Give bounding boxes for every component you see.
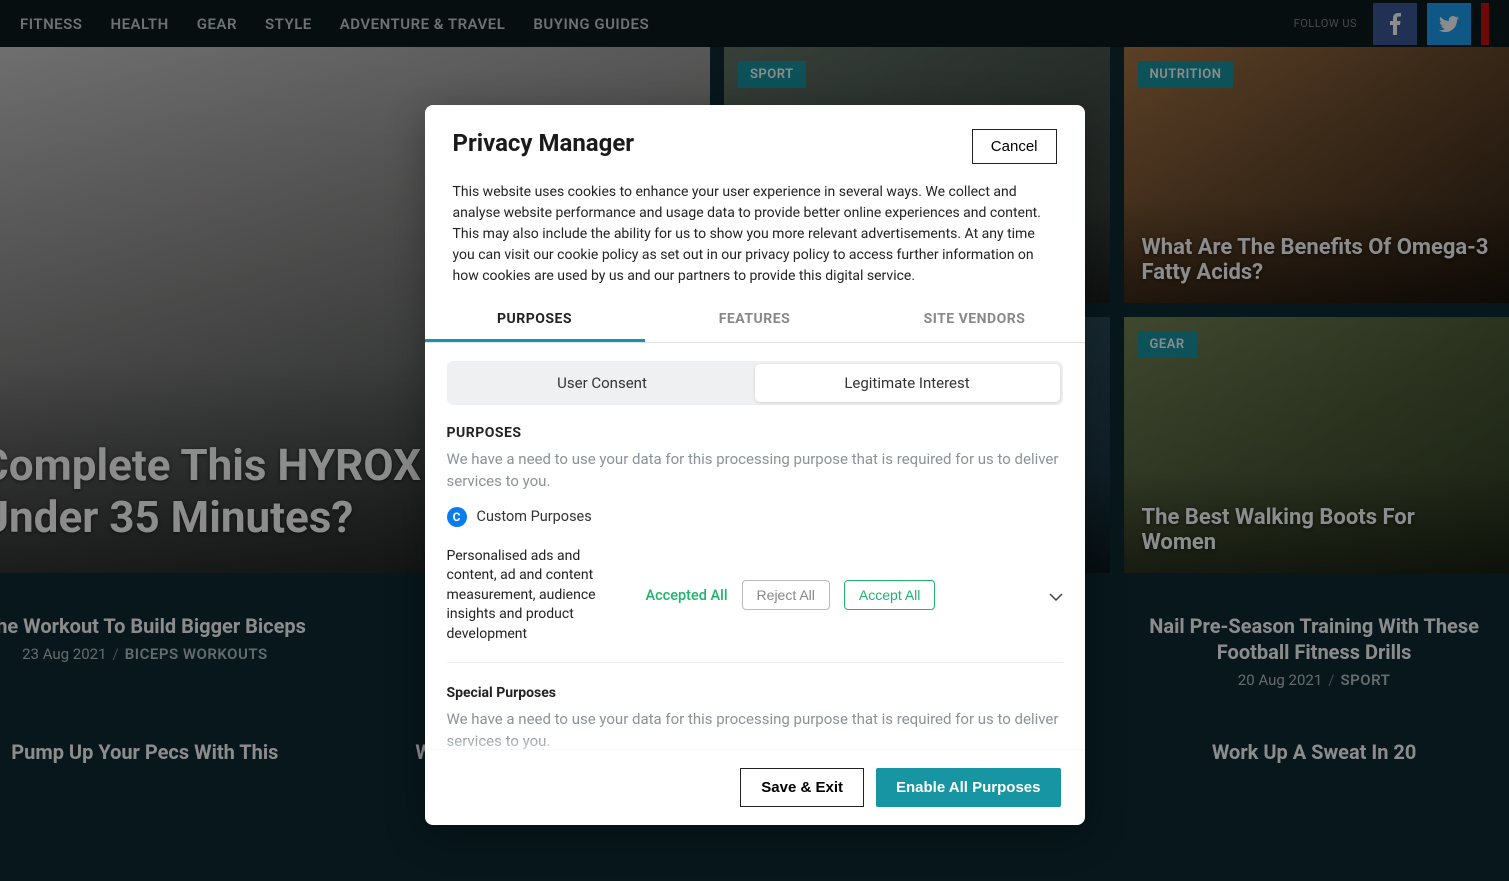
modal-tabs: PURPOSES FEATURES SITE VENDORS	[425, 297, 1085, 343]
tab-purposes[interactable]: PURPOSES	[425, 297, 645, 342]
purpose-item-text: Personalised ads and content, ad and con…	[447, 547, 632, 645]
enable-all-button[interactable]: Enable All Purposes	[876, 768, 1061, 807]
seg-legitimate-interest[interactable]: Legitimate Interest	[755, 364, 1060, 402]
save-exit-button[interactable]: Save & Exit	[740, 768, 864, 807]
purposes-sub: We have a need to use your data for this…	[447, 449, 1063, 493]
custom-badge-icon: C	[447, 507, 467, 527]
purpose-item-row: Personalised ads and content, ad and con…	[447, 541, 1063, 664]
special-heading: Special Purposes	[447, 685, 1063, 701]
tab-features[interactable]: FEATURES	[645, 297, 865, 342]
accept-all-button[interactable]: Accept All	[844, 580, 935, 610]
custom-purposes-label: Custom Purposes	[477, 508, 592, 525]
modal-description: This website uses cookies to enhance you…	[425, 164, 1085, 297]
modal-title: Privacy Manager	[453, 129, 635, 157]
custom-purposes-row: C Custom Purposes	[447, 507, 1063, 527]
status-accepted: Accepted All	[646, 587, 728, 604]
special-sub: We have a need to use your data for this…	[447, 709, 1063, 749]
chevron-down-icon[interactable]	[1049, 586, 1063, 605]
seg-user-consent[interactable]: User Consent	[450, 364, 755, 402]
reject-all-button[interactable]: Reject All	[742, 580, 830, 610]
modal-footer: Save & Exit Enable All Purposes	[425, 749, 1085, 825]
tab-vendors[interactable]: SITE VENDORS	[865, 297, 1085, 342]
privacy-modal: Privacy Manager Cancel This website uses…	[425, 105, 1085, 825]
purposes-heading: PURPOSES	[447, 425, 1063, 441]
segmented-control: User Consent Legitimate Interest	[447, 361, 1063, 405]
modal-body: User Consent Legitimate Interest PURPOSE…	[425, 343, 1085, 749]
cancel-button[interactable]: Cancel	[972, 129, 1057, 164]
